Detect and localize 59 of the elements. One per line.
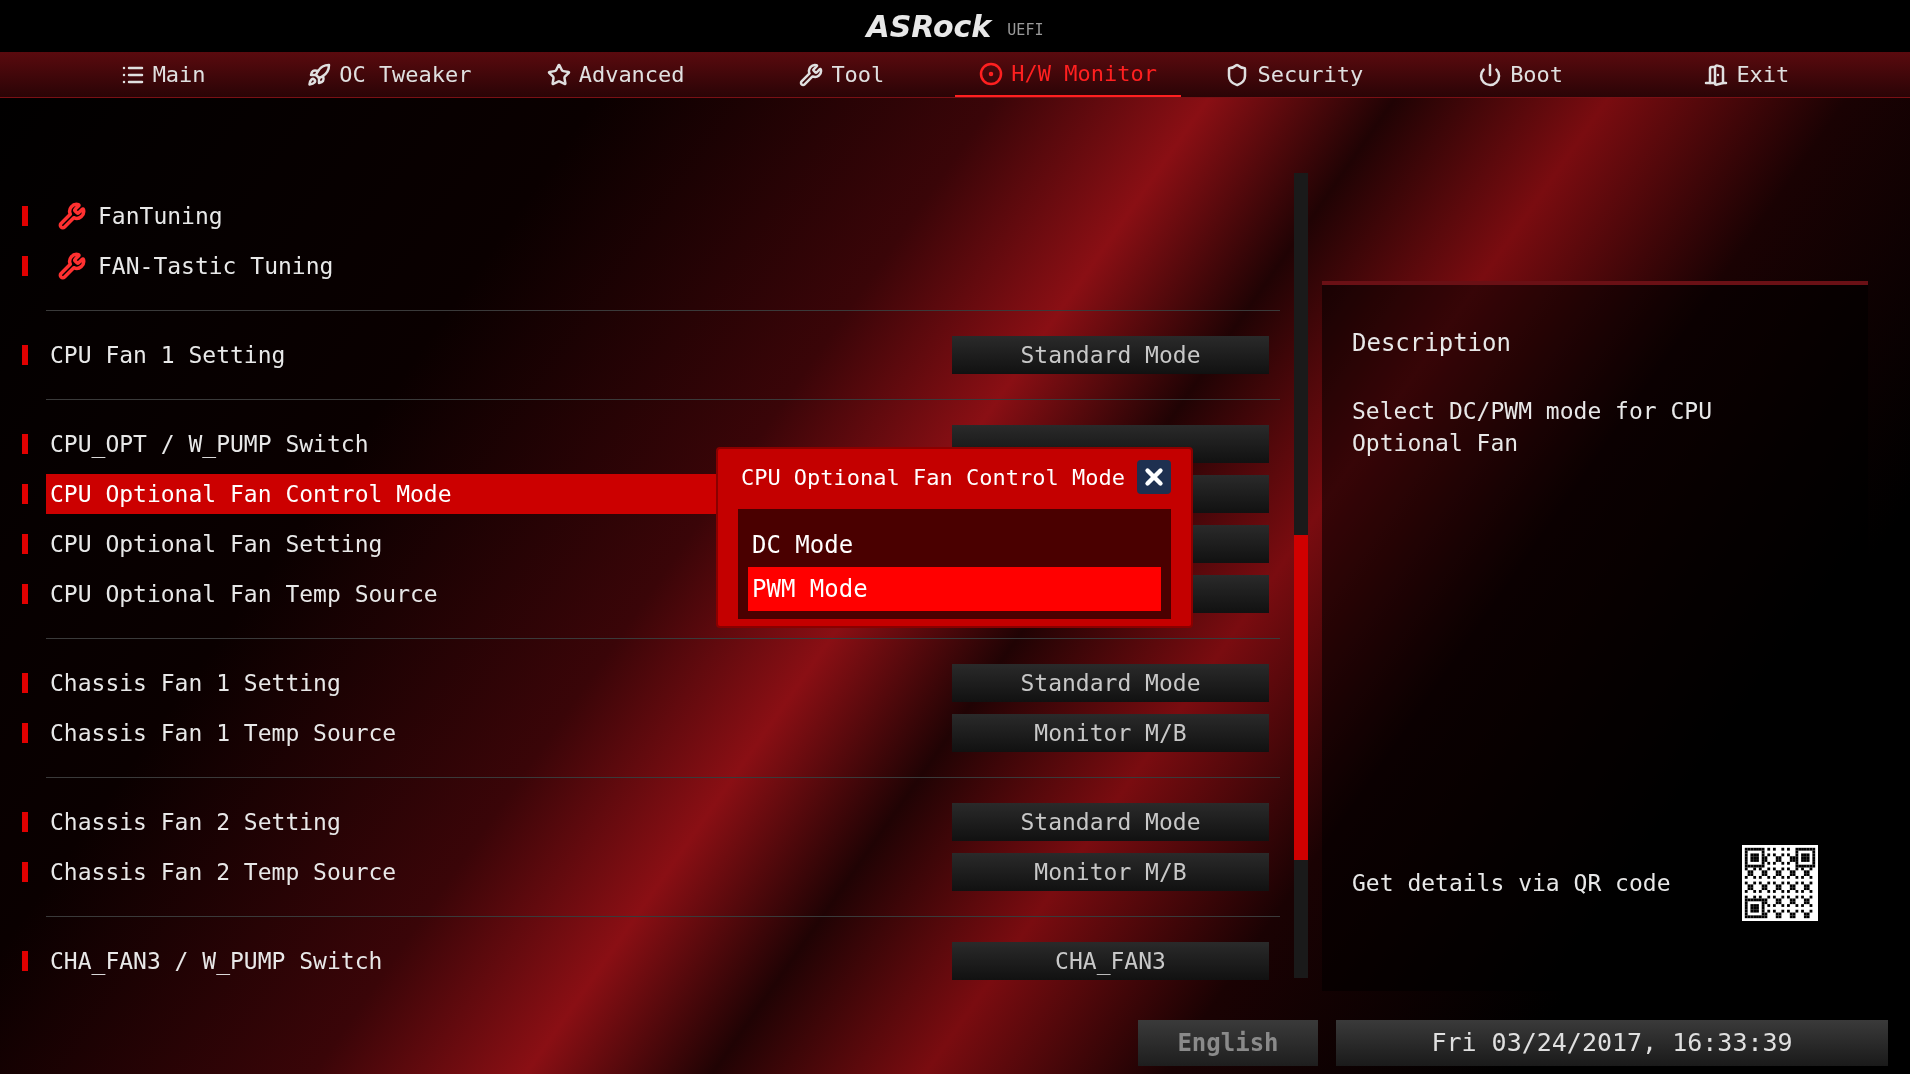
nav-tab[interactable]: Security — [1181, 52, 1408, 97]
row-marker — [22, 951, 28, 971]
value-button[interactable]: Standard Mode — [952, 803, 1269, 841]
popup-title: CPU Optional Fan Control Mode — [740, 463, 1125, 492]
tools-icon — [58, 252, 86, 280]
menu-item[interactable]: Chassis Fan 1 Temp Source — [46, 713, 716, 753]
value-button[interactable]: Monitor M/B — [952, 853, 1269, 891]
wrench-icon — [799, 62, 824, 87]
menu-item[interactable]: FanTuning — [46, 196, 716, 236]
value-button[interactable]: Standard Mode — [952, 336, 1269, 374]
row-marker — [22, 484, 28, 504]
rocket-icon — [307, 62, 332, 87]
row-marker — [22, 534, 28, 554]
row-marker — [22, 723, 28, 743]
row-marker — [22, 584, 28, 604]
star-icon — [546, 62, 571, 87]
nav-tab[interactable]: Advanced — [502, 52, 729, 97]
menu-item[interactable]: Chassis Fan 1 Setting — [46, 663, 716, 703]
row-marker — [22, 673, 28, 693]
row-marker — [22, 256, 28, 276]
nav-tab[interactable]: Tool — [728, 52, 955, 97]
value-button[interactable]: CHA_FAN3 — [952, 942, 1269, 980]
scrollbar[interactable] — [1294, 173, 1308, 978]
description-heading: Description — [1352, 328, 1512, 359]
nav-tab[interactable]: OC Tweaker — [276, 52, 503, 97]
uefi-label: UEFI — [1007, 19, 1044, 41]
asrock-logo: ASRock — [866, 7, 992, 46]
menu-item[interactable]: Chassis Fan 2 Temp Source — [46, 852, 716, 892]
popup-option[interactable]: DC Mode — [748, 523, 1161, 567]
popup-option[interactable]: PWM Mode — [748, 567, 1161, 611]
nav-tab[interactable]: Main — [50, 52, 277, 97]
qr-code-icon — [1742, 845, 1818, 921]
value-button[interactable]: Monitor M/B — [952, 714, 1269, 752]
nav-tab[interactable]: Boot — [1407, 52, 1634, 97]
description-text: Select DC/PWM mode for CPU Optional Fan — [1352, 397, 1714, 458]
menu-item[interactable]: CPU_OPT / W_PUMP Switch — [46, 424, 716, 464]
close-button[interactable] — [1137, 460, 1171, 494]
language-button[interactable]: English — [1138, 1020, 1318, 1066]
circle-icon — [979, 61, 1004, 86]
menu-item[interactable]: CPU Fan 1 Setting — [46, 335, 716, 375]
nav-tab[interactable]: H/W Monitor — [955, 52, 1182, 97]
row-marker — [22, 862, 28, 882]
menu-item[interactable]: FAN-Tastic Tuning — [46, 246, 716, 286]
menu-item[interactable]: CHA_FAN3 / W_PUMP Switch — [46, 941, 716, 981]
menu-item[interactable]: Chassis Fan 2 Setting — [46, 802, 716, 842]
datetime-display: Fri 03/24/2017, 16:33:39 — [1336, 1020, 1888, 1066]
menu-item[interactable]: CPU Optional Fan Control Mode — [46, 474, 716, 514]
value-button[interactable]: Standard Mode — [952, 664, 1269, 702]
nav-tab[interactable]: Exit — [1633, 52, 1860, 97]
tools-icon — [58, 202, 86, 230]
menu-item[interactable]: CPU Optional Fan Temp Source — [46, 574, 716, 614]
row-marker — [22, 812, 28, 832]
qr-label: Get details via QR code — [1352, 868, 1671, 898]
power-icon — [1478, 62, 1503, 87]
row-marker — [22, 434, 28, 454]
menu-item[interactable]: CPU Optional Fan Setting — [46, 524, 716, 564]
row-marker — [22, 345, 28, 365]
row-marker — [22, 206, 28, 226]
door-icon — [1704, 62, 1729, 87]
